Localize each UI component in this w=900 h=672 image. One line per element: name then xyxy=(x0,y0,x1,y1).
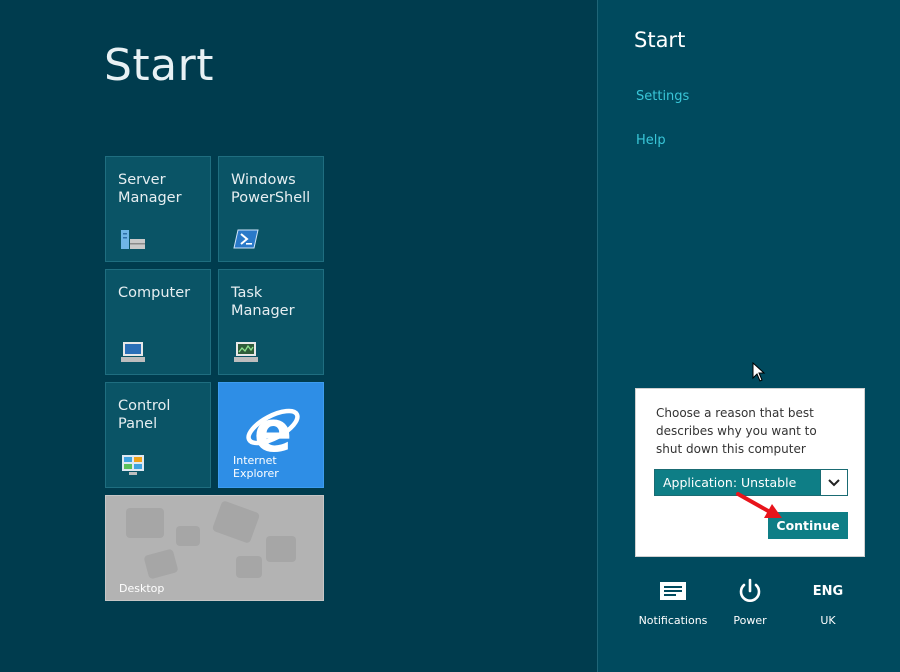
powershell-icon xyxy=(233,229,259,249)
start-screen: Start Server Manager Windows PowerShell … xyxy=(0,0,597,672)
internet-explorer-icon: e xyxy=(246,401,300,457)
chevron-down-icon xyxy=(828,479,840,487)
tile-label: Task Manager xyxy=(231,285,295,319)
tile-computer[interactable]: Computer xyxy=(105,269,211,375)
selected-reason: Application: Unstable xyxy=(663,475,797,490)
tile-label: Control Panel xyxy=(118,398,171,432)
start-charm-panel: Start Settings Help Choose a reason that… xyxy=(597,0,900,672)
power-label: Power xyxy=(733,614,767,627)
dropdown-toggle[interactable] xyxy=(820,470,847,495)
computer-icon xyxy=(121,342,145,362)
power-icon xyxy=(739,578,761,602)
help-link[interactable]: Help xyxy=(636,133,666,148)
start-screen-title: Start xyxy=(104,40,214,91)
tile-label: Desktop xyxy=(119,582,165,595)
tile-internet-explorer[interactable]: e Internet Explorer xyxy=(218,382,324,488)
power-button[interactable]: Power xyxy=(710,576,790,627)
tile-desktop[interactable]: Desktop xyxy=(105,495,324,601)
tile-task-manager[interactable]: Task Manager xyxy=(218,269,324,375)
input-language-button[interactable]: ENG UK xyxy=(788,576,868,627)
control-panel-icon xyxy=(122,455,144,475)
server-manager-icon xyxy=(121,230,145,249)
charm-panel-title: Start xyxy=(634,28,686,52)
annotation-arrow-icon xyxy=(736,492,782,518)
shutdown-reason-dialog: Choose a reason that best describes why … xyxy=(635,388,865,557)
tile-label: Windows PowerShell xyxy=(231,172,311,206)
mouse-cursor-icon xyxy=(752,362,766,382)
notifications-icon xyxy=(660,582,686,600)
notifications-button[interactable]: Notifications xyxy=(633,576,713,627)
language-code: ENG xyxy=(812,584,844,599)
tile-server-manager[interactable]: Server Manager xyxy=(105,156,211,262)
tile-windows-powershell[interactable]: Windows PowerShell xyxy=(218,156,324,262)
tile-control-panel[interactable]: Control Panel xyxy=(105,382,211,488)
tile-label: Computer xyxy=(118,285,191,301)
shutdown-reason-prompt: Choose a reason that best describes why … xyxy=(656,406,817,456)
language-region: UK xyxy=(820,614,836,627)
tile-label: Internet Explorer xyxy=(233,454,279,480)
task-manager-icon xyxy=(234,342,258,362)
notifications-label: Notifications xyxy=(638,614,708,627)
tile-label: Server Manager xyxy=(118,172,182,206)
settings-link[interactable]: Settings xyxy=(636,89,689,104)
